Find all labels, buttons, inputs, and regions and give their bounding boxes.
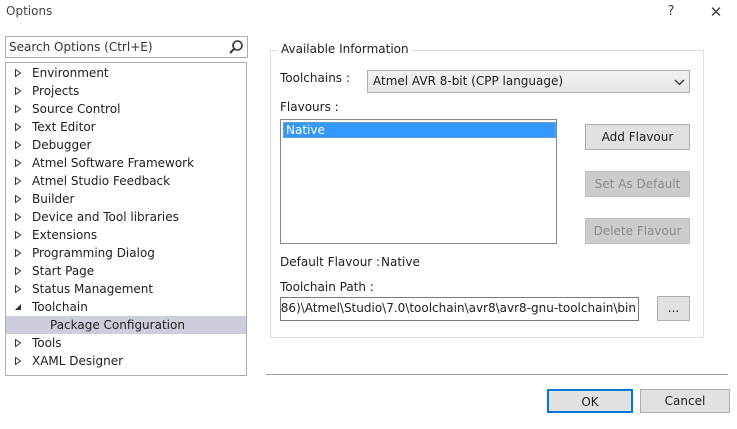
- expand-arrow-icon[interactable]: [14, 285, 22, 293]
- flavours-list[interactable]: Native: [280, 119, 557, 244]
- expand-arrow-icon[interactable]: [14, 69, 22, 77]
- toolchain-path-input[interactable]: [281, 301, 636, 315]
- tree-item-xaml-designer[interactable]: XAML Designer: [6, 352, 246, 370]
- footer-separator: [266, 374, 728, 375]
- expand-arrow-icon[interactable]: [14, 339, 22, 347]
- tree-item-source-control[interactable]: Source Control: [6, 100, 246, 118]
- tree-item-label: Atmel Studio Feedback: [32, 174, 171, 188]
- group-title: Available Information: [278, 42, 412, 56]
- tree-item-label: Debugger: [32, 138, 92, 152]
- tree-item-atmel-studio-feedback[interactable]: Atmel Studio Feedback: [6, 172, 246, 190]
- toolchain-select[interactable]: Atmel AVR 8-bit (CPP language): [367, 70, 690, 93]
- toolchains-label: Toolchains :: [280, 71, 350, 85]
- tree-item-label: Atmel Software Framework: [32, 156, 195, 170]
- cancel-button[interactable]: Cancel: [640, 389, 730, 413]
- expand-arrow-icon[interactable]: [14, 177, 22, 185]
- expand-arrow-icon[interactable]: [14, 249, 22, 257]
- tree-item-start-page[interactable]: Start Page: [6, 262, 246, 280]
- tree-item-label: Status Management: [32, 282, 154, 296]
- tree-item-toolchain[interactable]: Toolchain: [6, 298, 246, 316]
- tree-item-debugger[interactable]: Debugger: [6, 136, 246, 154]
- expand-arrow-icon[interactable]: [14, 123, 22, 131]
- search-icon[interactable]: [227, 38, 245, 56]
- browse-button[interactable]: ...: [657, 296, 690, 321]
- expand-arrow-icon[interactable]: [14, 195, 22, 203]
- default-flavour-value: Native: [381, 255, 420, 269]
- tree-item-device-and-tool-libraries[interactable]: Device and Tool libraries: [6, 208, 246, 226]
- tree-item-label: Source Control: [32, 102, 121, 116]
- window-title: Options: [6, 4, 53, 18]
- set-as-default-button[interactable]: Set As Default: [585, 171, 690, 197]
- flavours-label: Flavours :: [280, 100, 339, 114]
- tree-item-label: Extensions: [32, 228, 98, 242]
- tree-item-environment[interactable]: Environment: [6, 64, 246, 82]
- tree-item-tools[interactable]: Tools: [6, 334, 246, 352]
- tree-item-label: Text Editor: [32, 120, 96, 134]
- tree-item-label: Environment: [32, 66, 109, 80]
- add-flavour-button[interactable]: Add Flavour: [585, 124, 690, 150]
- close-button[interactable]: ✕: [704, 2, 728, 22]
- tree-item-label: Toolchain: [32, 300, 88, 314]
- toolchain-select-value: Atmel AVR 8-bit (CPP language): [373, 74, 564, 88]
- tree-item-projects[interactable]: Projects: [6, 82, 246, 100]
- tree-item-builder[interactable]: Builder: [6, 190, 246, 208]
- chevron-down-icon: [674, 79, 685, 86]
- expand-arrow-icon[interactable]: [14, 213, 22, 221]
- tree-item-label: Start Page: [32, 264, 95, 278]
- expand-arrow-icon[interactable]: [14, 141, 22, 149]
- expand-arrow-icon[interactable]: [14, 87, 22, 95]
- tree-item-extensions[interactable]: Extensions: [6, 226, 246, 244]
- list-item[interactable]: Native: [283, 122, 556, 138]
- tree-item-text-editor[interactable]: Text Editor: [6, 118, 246, 136]
- tree-item-label: Device and Tool libraries: [32, 210, 179, 224]
- tree-item-label: Programming Dialog: [32, 246, 155, 260]
- search-box[interactable]: [5, 36, 248, 58]
- expand-arrow-icon[interactable]: [14, 267, 22, 275]
- tree-item-label: Projects: [32, 84, 80, 98]
- default-flavour-label: Default Flavour :: [280, 255, 381, 269]
- collapse-arrow-icon[interactable]: [14, 303, 22, 311]
- tree-item-package-configuration[interactable]: Package Configuration: [6, 316, 246, 334]
- tree-item-label: Tools: [32, 336, 62, 350]
- options-tree[interactable]: Environment Projects Source Control Text Ed…: [5, 62, 247, 376]
- ok-button[interactable]: OK: [547, 389, 633, 413]
- title-bar: Options ? ✕: [0, 0, 737, 26]
- expand-arrow-icon[interactable]: [14, 231, 22, 239]
- tree-item-label: Builder: [32, 192, 75, 206]
- tree-item-programming-dialog[interactable]: Programming Dialog: [6, 244, 246, 262]
- tree-item-status-management[interactable]: Status Management: [6, 280, 246, 298]
- help-button[interactable]: ?: [659, 2, 683, 22]
- tree-item-atmel-software-framework[interactable]: Atmel Software Framework: [6, 154, 246, 172]
- expand-arrow-icon[interactable]: [14, 159, 22, 167]
- delete-flavour-button[interactable]: Delete Flavour: [585, 218, 690, 244]
- expand-arrow-icon[interactable]: [14, 105, 22, 113]
- toolchain-path-field[interactable]: [280, 297, 639, 321]
- search-input[interactable]: [9, 38, 225, 56]
- tree-item-label: Package Configuration: [50, 318, 185, 332]
- tree-item-label: XAML Designer: [32, 354, 124, 368]
- expand-arrow-icon[interactable]: [14, 357, 22, 365]
- toolchain-path-label: Toolchain Path :: [280, 280, 374, 294]
